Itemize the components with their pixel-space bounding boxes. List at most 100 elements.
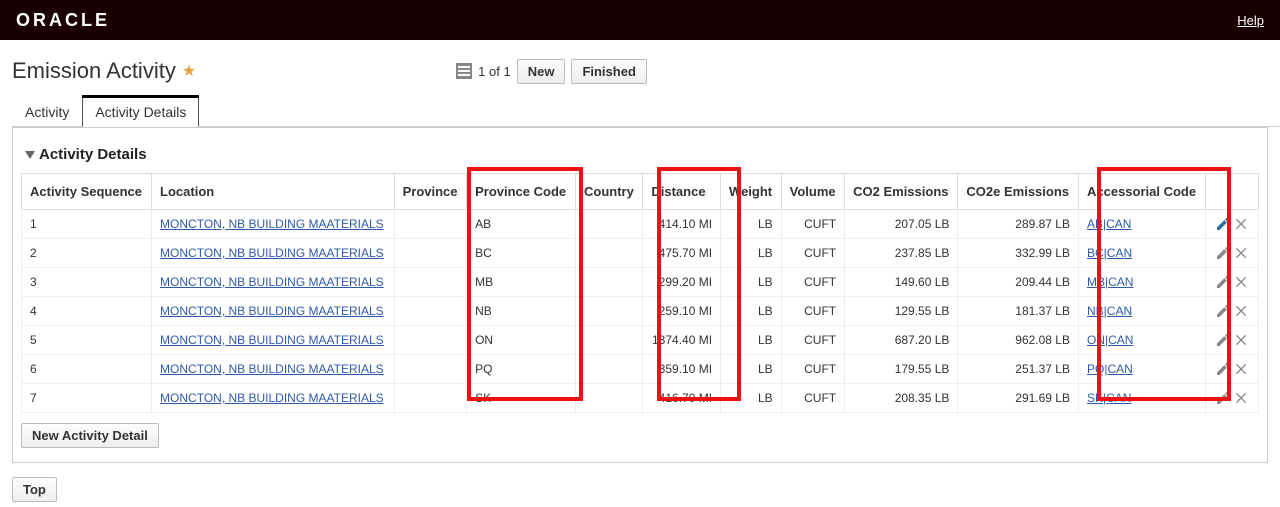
col-location[interactable]: Location (152, 174, 395, 210)
accessorial-link[interactable]: AB|CAN (1087, 217, 1131, 231)
cell-co2e: 291.69 LB (958, 384, 1079, 413)
favorite-star-icon[interactable]: ★ (182, 61, 196, 81)
cell-co2e: 181.37 LB (958, 297, 1079, 326)
cell-volume: CUFT (781, 268, 845, 297)
col-weight[interactable]: Weight (721, 174, 782, 210)
delete-icon[interactable] (1234, 303, 1250, 319)
cell-co2e: 332.99 LB (958, 239, 1079, 268)
cell-accessorial: MB|CAN (1078, 268, 1205, 297)
delete-icon[interactable] (1234, 245, 1250, 261)
accessorial-link[interactable]: NB|CAN (1087, 304, 1132, 318)
cell-actions (1206, 239, 1259, 268)
cell-seq: 3 (22, 268, 152, 297)
tab-activity-details[interactable]: Activity Details (82, 95, 199, 127)
location-link[interactable]: MONCTON, NB BUILDING MAATERIALS (160, 246, 384, 260)
cell-co2: 129.55 LB (845, 297, 958, 326)
cell-seq: 6 (22, 355, 152, 384)
edit-icon[interactable] (1215, 332, 1231, 348)
edit-icon[interactable] (1215, 216, 1231, 232)
cell-distance: 299.20 MI (643, 268, 721, 297)
cell-distance: 414.10 MI (643, 210, 721, 239)
location-link[interactable]: MONCTON, NB BUILDING MAATERIALS (160, 217, 384, 231)
tab-activity[interactable]: Activity (12, 95, 82, 127)
cell-seq: 7 (22, 384, 152, 413)
disclosure-icon[interactable] (25, 151, 35, 159)
cell-co2: 179.55 LB (845, 355, 958, 384)
col-volume[interactable]: Volume (781, 174, 845, 210)
cell-country (576, 384, 643, 413)
col-activity-sequence[interactable]: Activity Sequence (22, 174, 152, 210)
record-counter: 1 of 1 (478, 64, 511, 79)
activity-details-panel: Activity Details Activity Sequence Locat… (12, 127, 1268, 463)
location-link[interactable]: MONCTON, NB BUILDING MAATERIALS (160, 362, 384, 376)
accessorial-link[interactable]: BC|CAN (1087, 246, 1132, 260)
delete-icon[interactable] (1234, 332, 1250, 348)
table-row: 7MONCTON, NB BUILDING MAATERIALSSK416.70… (22, 384, 1259, 413)
cell-actions (1206, 268, 1259, 297)
cell-seq: 4 (22, 297, 152, 326)
accessorial-link[interactable]: MB|CAN (1087, 275, 1133, 289)
delete-icon[interactable] (1234, 361, 1250, 377)
cell-seq: 2 (22, 239, 152, 268)
edit-icon[interactable] (1215, 390, 1231, 406)
location-link[interactable]: MONCTON, NB BUILDING MAATERIALS (160, 275, 384, 289)
new-button[interactable]: New (517, 59, 566, 84)
col-accessorial-code[interactable]: Accessorial Code (1078, 174, 1205, 210)
cell-province-code: ON (467, 326, 576, 355)
cell-location: MONCTON, NB BUILDING MAATERIALS (152, 384, 395, 413)
cell-weight: LB (721, 384, 782, 413)
accessorial-link[interactable]: ON|CAN (1087, 333, 1133, 347)
edit-icon[interactable] (1215, 274, 1231, 290)
finished-button[interactable]: Finished (571, 59, 646, 84)
edit-icon[interactable] (1215, 245, 1231, 261)
cell-actions (1206, 210, 1259, 239)
cell-location: MONCTON, NB BUILDING MAATERIALS (152, 268, 395, 297)
delete-icon[interactable] (1234, 274, 1250, 290)
col-province-code[interactable]: Province Code (467, 174, 576, 210)
cell-distance: 1374.40 MI (643, 326, 721, 355)
col-distance[interactable]: Distance (643, 174, 721, 210)
cell-co2: 208.35 LB (845, 384, 958, 413)
cell-country (576, 210, 643, 239)
cell-location: MONCTON, NB BUILDING MAATERIALS (152, 239, 395, 268)
cell-distance: 359.10 MI (643, 355, 721, 384)
edit-icon[interactable] (1215, 361, 1231, 377)
delete-icon[interactable] (1234, 216, 1250, 232)
cell-province (394, 239, 467, 268)
cell-distance: 416.70 MI (643, 384, 721, 413)
cell-volume: CUFT (781, 384, 845, 413)
cell-location: MONCTON, NB BUILDING MAATERIALS (152, 210, 395, 239)
cell-country (576, 239, 643, 268)
activity-details-table: Activity Sequence Location Province Prov… (21, 173, 1259, 413)
cell-co2: 687.20 LB (845, 326, 958, 355)
cell-country (576, 268, 643, 297)
col-co2-emissions[interactable]: CO2 Emissions (845, 174, 958, 210)
cell-weight: LB (721, 355, 782, 384)
accessorial-link[interactable]: SK|CAN (1087, 391, 1131, 405)
top-button[interactable]: Top (12, 477, 57, 502)
cell-actions (1206, 297, 1259, 326)
col-co2e-emissions[interactable]: CO2e Emissions (958, 174, 1079, 210)
location-link[interactable]: MONCTON, NB BUILDING MAATERIALS (160, 333, 384, 347)
cell-country (576, 326, 643, 355)
cell-volume: CUFT (781, 326, 845, 355)
col-province[interactable]: Province (394, 174, 467, 210)
cell-volume: CUFT (781, 297, 845, 326)
new-activity-detail-button[interactable]: New Activity Detail (21, 423, 159, 448)
location-link[interactable]: MONCTON, NB BUILDING MAATERIALS (160, 391, 384, 405)
edit-icon[interactable] (1215, 303, 1231, 319)
delete-icon[interactable] (1234, 390, 1250, 406)
col-country[interactable]: Country (576, 174, 643, 210)
list-icon (456, 63, 472, 79)
cell-co2e: 289.87 LB (958, 210, 1079, 239)
cell-weight: LB (721, 297, 782, 326)
cell-province-code: NB (467, 297, 576, 326)
location-link[interactable]: MONCTON, NB BUILDING MAATERIALS (160, 304, 384, 318)
cell-province (394, 326, 467, 355)
table-row: 5MONCTON, NB BUILDING MAATERIALSON1374.4… (22, 326, 1259, 355)
cell-province-code: AB (467, 210, 576, 239)
cell-co2e: 962.08 LB (958, 326, 1079, 355)
help-link[interactable]: Help (1237, 13, 1264, 28)
cell-distance: 475.70 MI (643, 239, 721, 268)
accessorial-link[interactable]: PQ|CAN (1087, 362, 1133, 376)
